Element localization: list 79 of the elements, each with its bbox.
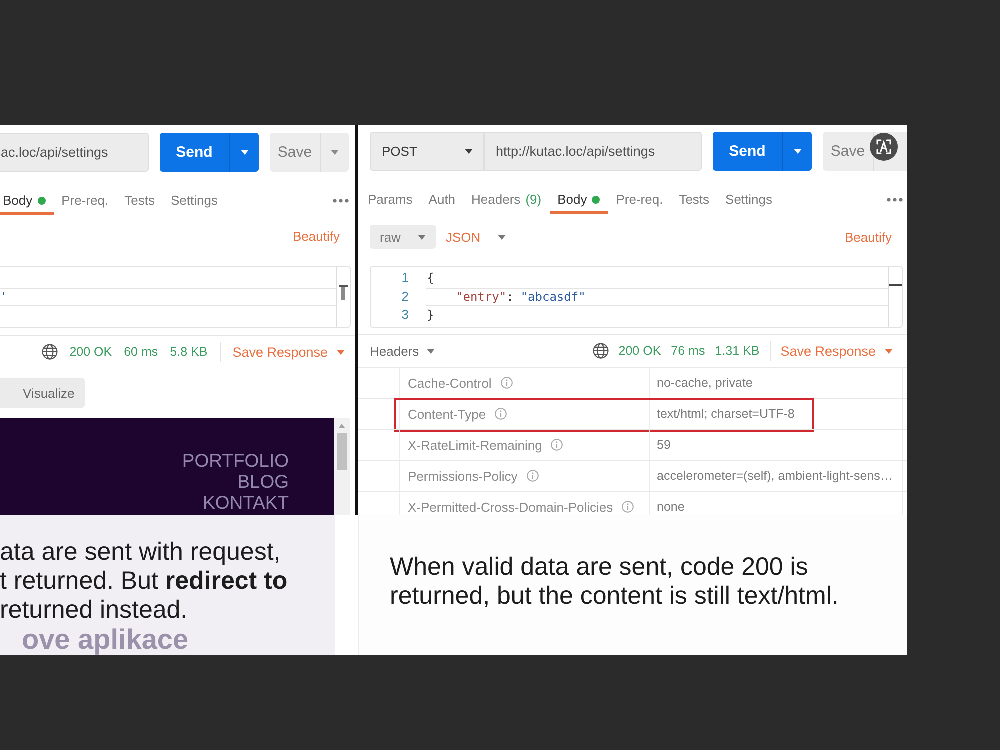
method-select[interactable]: POST xyxy=(370,132,484,171)
caret-icon xyxy=(427,348,436,354)
send-button[interactable]: Send xyxy=(713,132,782,171)
header-value: 59 xyxy=(650,430,903,460)
tab[interactable]: Tests xyxy=(671,185,718,214)
tab[interactable]: Params xyxy=(360,185,421,214)
headers-dropdown[interactable]: Headers xyxy=(370,344,436,358)
code-line: } xyxy=(426,307,436,324)
header-name: X-RateLimit-Remaining xyxy=(408,438,542,452)
tab[interactable]: Settings xyxy=(162,186,226,215)
info-icon[interactable] xyxy=(526,470,539,482)
code-line: { xyxy=(426,270,436,287)
tab[interactable]: Body xyxy=(550,185,608,214)
url-field[interactable]: ac.loc/api/settings xyxy=(0,133,149,172)
code-editor[interactable]: 1 { 2 "entry": "abcasdf" 3 } xyxy=(370,266,903,328)
save-response-button[interactable]: Save Response xyxy=(780,344,893,358)
info-icon[interactable] xyxy=(622,501,634,513)
page-heading: ove aplikace xyxy=(22,625,189,655)
save-response-button[interactable]: Save Response xyxy=(232,344,345,360)
tab[interactable]: Headers (9) xyxy=(464,185,550,214)
header-value: text/html; charset=UTF-8 xyxy=(650,399,903,429)
header-name: Content-Type xyxy=(408,406,486,422)
send-button[interactable]: Send xyxy=(160,133,229,172)
save-button[interactable]: Save xyxy=(270,133,320,172)
send-options-button[interactable] xyxy=(229,133,259,172)
line-number: 2 xyxy=(400,288,410,306)
save-button[interactable]: Save xyxy=(823,132,873,171)
scrollbar xyxy=(888,267,902,327)
info-icon[interactable] xyxy=(495,408,508,420)
beautify-button[interactable]: Beautify xyxy=(293,228,340,244)
view-mode-button[interactable]: Visualize xyxy=(0,378,85,408)
header-name: Cache-Control xyxy=(408,376,492,390)
globe-icon xyxy=(592,343,609,359)
code-line: "entry": "abcasdf" xyxy=(426,288,888,306)
caret-icon xyxy=(418,234,426,240)
globe-icon xyxy=(42,344,58,360)
caret-icon xyxy=(331,150,339,155)
caret-icon xyxy=(794,149,802,154)
nav-link[interactable]: PORTFOLIO xyxy=(182,450,289,471)
caret-icon xyxy=(498,234,506,240)
nav-link[interactable]: BLOG xyxy=(238,471,289,492)
nav-link[interactable]: KONTAKT xyxy=(203,492,289,513)
header-value: no-cache, private xyxy=(650,368,903,398)
body-type-select[interactable]: raw xyxy=(370,225,436,249)
tab[interactable]: Settings xyxy=(718,185,781,214)
info-icon[interactable] xyxy=(500,377,513,389)
language-select[interactable]: JSON xyxy=(446,230,506,244)
response-size: 1.31 KB xyxy=(715,344,760,358)
response-size: 5.8 KB xyxy=(170,345,208,359)
caret-icon xyxy=(337,350,345,354)
info-icon[interactable] xyxy=(551,439,564,451)
url-field[interactable]: http://kutac.loc/api/settings xyxy=(484,132,702,171)
response-time: 60 ms xyxy=(124,345,158,359)
caption-text: When valid data are sent, code 200 is returned, but the content is still text/html. xyxy=(390,553,840,611)
header-name: Permissions-Policy xyxy=(408,468,518,484)
more-icon[interactable] xyxy=(333,198,349,202)
tab[interactable]: Auth xyxy=(420,185,464,214)
more-icon[interactable] xyxy=(887,198,903,202)
header-name: X-Permitted-Cross-Domain-Policies xyxy=(408,500,614,514)
text-scan-icon[interactable] xyxy=(870,133,898,161)
tab[interactable]: Tests xyxy=(116,186,163,215)
tab[interactable]: Pre-req. xyxy=(608,185,672,214)
status-code: 200 OK xyxy=(618,344,662,358)
status-code: 200 OK xyxy=(70,345,112,359)
beautify-button[interactable]: Beautify xyxy=(845,230,892,244)
code-line: ' xyxy=(0,288,336,306)
caption-text: ata are sent with request, t returned. But redirect to returned instead. xyxy=(0,538,289,625)
caret-icon xyxy=(885,348,893,354)
scrollbar xyxy=(336,267,350,327)
caret-icon xyxy=(465,149,473,154)
send-options-button[interactable] xyxy=(782,132,812,171)
tab[interactable]: Body xyxy=(0,186,54,215)
code-editor[interactable]: ' xyxy=(0,266,351,328)
header-value: accelerometer=(self), ambient-light-sens… xyxy=(650,461,903,491)
line-number: 1 xyxy=(400,269,410,287)
tab[interactable]: Pre-req. xyxy=(54,186,117,215)
line-number: 3 xyxy=(400,306,410,324)
caret-icon xyxy=(240,150,248,155)
response-time: 76 ms xyxy=(671,344,706,358)
